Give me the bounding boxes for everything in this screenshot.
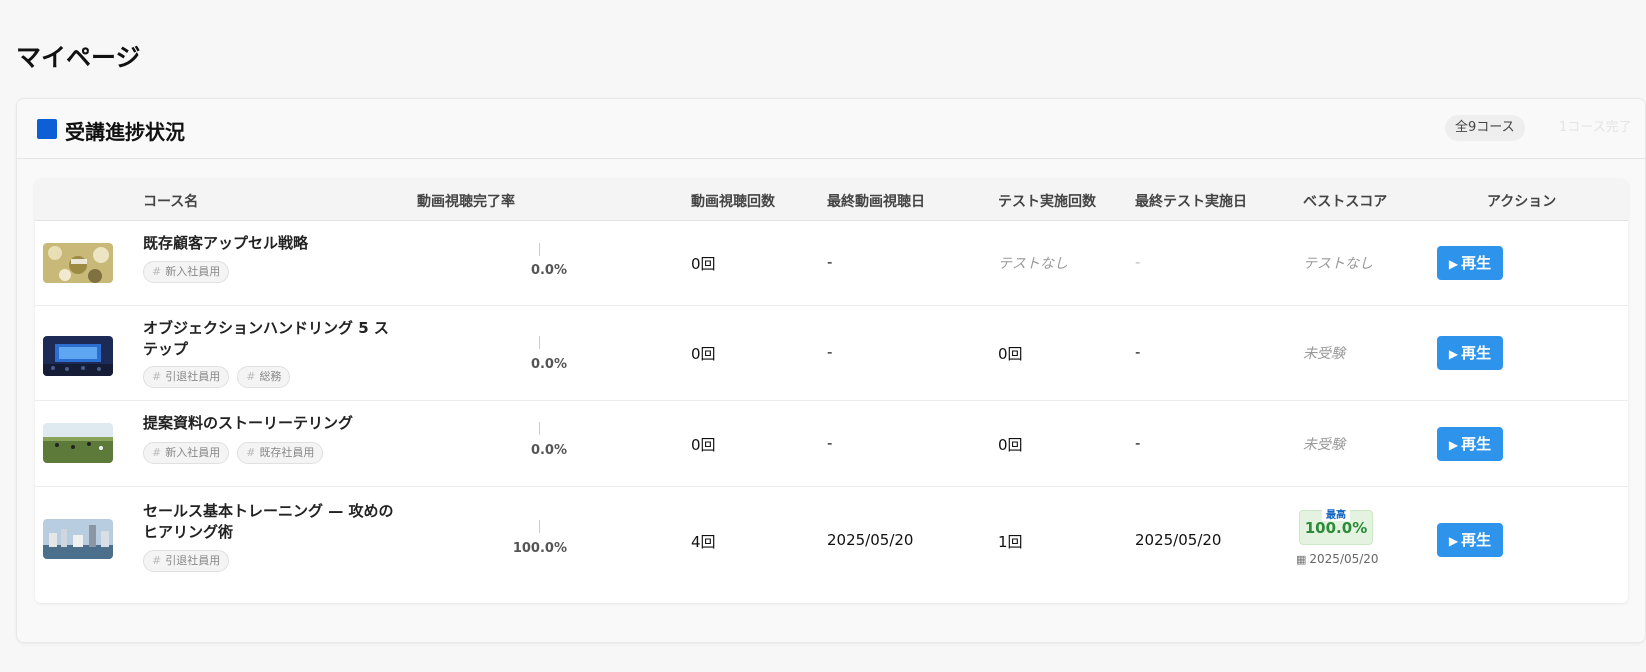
course-tags: # 引退社員用 # 総務 <box>143 366 291 388</box>
test-count: 0回 <box>998 345 1023 363</box>
course-thumbnail <box>43 336 113 376</box>
col-views: 動画視聴回数 <box>691 194 775 210</box>
col-action: アクション <box>1487 194 1557 210</box>
progress-bar <box>539 422 540 435</box>
total-courses-badge: 全9コース <box>1445 115 1525 141</box>
progress-bar <box>539 336 540 349</box>
view-count: 0回 <box>691 255 716 273</box>
play-button[interactable]: ▶ 再生 <box>1437 523 1503 557</box>
page-title: マイページ <box>16 43 141 72</box>
course-name: 既存顧客アップセル戦略 <box>143 234 309 252</box>
test-count: テストなし <box>998 256 1068 272</box>
course-name: セールス基本トレーニング — 攻めのヒアリング術 <box>143 502 394 541</box>
last-test-date: - <box>1135 343 1141 361</box>
course-tag: # 引退社員用 <box>143 550 230 572</box>
best-score: 未受験 <box>1303 437 1345 453</box>
col-best-score: ベストスコア <box>1303 194 1388 210</box>
play-button[interactable]: ▶ 再生 <box>1437 246 1503 280</box>
progress-bar <box>539 243 540 256</box>
completed-courses-badge: 1コース完了 <box>1559 120 1632 135</box>
course-tag: # 新入社員用 <box>143 261 230 283</box>
table-row: オブジェクションハンドリング 5 ステップ # 引退社員用 # 総務 0.0% 0回… <box>35 306 1628 401</box>
play-icon: ▶ <box>1448 438 1459 452</box>
last-test-date: - <box>1135 434 1141 452</box>
course-tag: # 既存社員用 <box>237 442 324 464</box>
progress-percent: 0.0% <box>530 443 567 458</box>
progress-percent: 100.0% <box>512 541 567 556</box>
view-count: 4回 <box>691 533 716 551</box>
col-course-name: コース名 <box>143 194 199 210</box>
last-test-date: - <box>1135 253 1141 271</box>
progress-percent: 0.0% <box>530 357 567 372</box>
course-thumbnail <box>43 423 113 463</box>
progress-card: 受講進捗状況 全9コース 1コース完了 コース名 動画視聴完了率 動画視聴回数 … <box>16 98 1646 643</box>
table-row: 提案資料のストーリーテリング # 新入社員用 # 既存社員用 0.0% 0回 - 0… <box>35 401 1628 487</box>
play-button[interactable]: ▶ 再生 <box>1437 427 1503 461</box>
course-tags: # 新入社員用 # 既存社員用 <box>143 442 324 464</box>
course-tag: # 新入社員用 <box>143 442 230 464</box>
play-icon: ▶ <box>1448 347 1459 361</box>
col-test-count: テスト実施回数 <box>998 194 1096 210</box>
test-count: 1回 <box>998 533 1023 551</box>
test-count: 0回 <box>998 436 1023 454</box>
last-view-date: 2025/05/20 <box>827 531 914 549</box>
last-view-date: - <box>827 343 833 361</box>
last-test-date: 2025/05/20 <box>1135 531 1222 549</box>
progress-table: コース名 動画視聴完了率 動画視聴回数 最終動画視聴日 テスト実施回数 最終テス… <box>35 179 1628 603</box>
best-score: テストなし <box>1303 256 1373 272</box>
table-header: コース名 動画視聴完了率 動画視聴回数 最終動画視聴日 テスト実施回数 最終テス… <box>35 179 1628 221</box>
play-icon: ▶ <box>1448 257 1459 271</box>
course-tags: # 新入社員用 <box>143 261 230 283</box>
course-name: 提案資料のストーリーテリング <box>143 414 354 432</box>
col-completion: 動画視聴完了率 <box>417 194 515 210</box>
section-square-icon <box>37 119 57 139</box>
card-header: 受講進捗状況 全9コース 1コース完了 <box>17 99 1645 159</box>
table-row: 既存顧客アップセル戦略 # 新入社員用 0.0% 0回 - テストなし - テスト… <box>35 221 1628 306</box>
progress-percent: 0.0% <box>530 263 567 278</box>
progress-bar <box>539 520 540 533</box>
best-score-date: ▦ 2025/05/20 <box>1296 552 1379 566</box>
calendar-icon: ▦ <box>1296 553 1307 566</box>
course-name: オブジェクションハンドリング 5 ステップ <box>143 319 389 358</box>
best-score-badge: 最高 100.0% <box>1299 510 1373 545</box>
course-thumbnail <box>43 519 113 559</box>
course-tags: # 引退社員用 <box>143 550 230 572</box>
best-score-value: 100.0% <box>1304 519 1368 537</box>
last-view-date: - <box>827 434 833 452</box>
course-thumbnail <box>43 243 113 283</box>
play-button[interactable]: ▶ 再生 <box>1437 336 1503 370</box>
col-last-test: 最終テスト実施日 <box>1135 194 1247 210</box>
last-view-date: - <box>827 253 833 271</box>
course-tag: # 総務 <box>237 366 291 388</box>
view-count: 0回 <box>691 436 716 454</box>
col-last-view: 最終動画視聴日 <box>827 194 925 210</box>
view-count: 0回 <box>691 345 716 363</box>
section-title: 受講進捗状況 <box>65 120 185 144</box>
table-row: セールス基本トレーニング — 攻めのヒアリング術 # 引退社員用 100.0% 4… <box>35 487 1628 603</box>
best-score: 未受験 <box>1303 346 1345 362</box>
course-tag: # 引退社員用 <box>143 366 230 388</box>
play-icon: ▶ <box>1448 534 1459 548</box>
